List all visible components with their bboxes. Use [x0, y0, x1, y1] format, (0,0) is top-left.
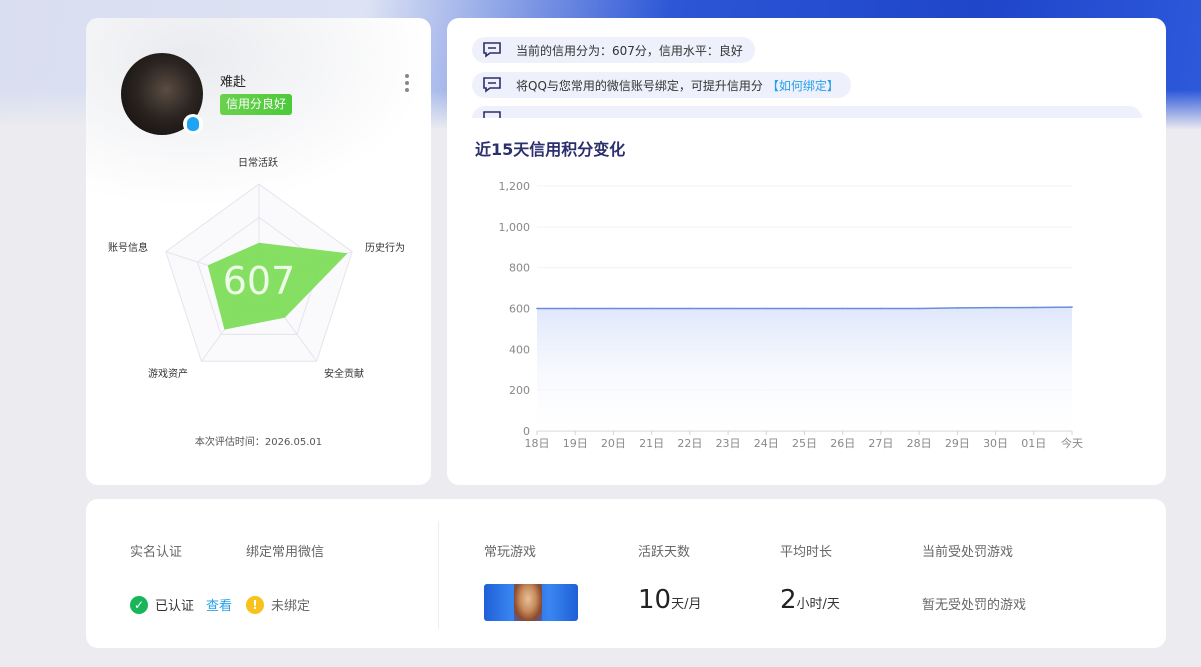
notice-current-score: 当前的信用分为：607分，信用水平：良好	[472, 37, 755, 63]
wechat-status-text: 未绑定	[271, 599, 311, 614]
radar-label-security: 安全贡献	[324, 367, 364, 380]
wechat-bind-label: 绑定常用微信	[246, 545, 325, 560]
active-days-value: 10天/月	[638, 585, 701, 615]
x-tick-label: 23日	[716, 437, 741, 450]
y-tick-label: 800	[509, 262, 530, 275]
data-point	[994, 306, 997, 309]
evaluation-time: 本次评估时间：2026.05.01	[194, 437, 323, 448]
avg-duration-number: 2	[780, 585, 797, 615]
message-icon	[482, 77, 502, 93]
avg-duration-unit: 小时/天	[796, 597, 840, 612]
y-tick-label: 1,000	[499, 221, 531, 234]
data-point	[612, 307, 615, 310]
notice-partial	[472, 106, 1142, 118]
radar-label-game-assets: 游戏资产	[148, 367, 188, 380]
data-point	[650, 307, 653, 310]
x-tick-label: 28日	[907, 437, 932, 450]
data-point	[918, 307, 920, 310]
x-tick-label: 30日	[983, 437, 1008, 450]
data-point	[1071, 306, 1073, 308]
realname-label: 实名认证	[130, 545, 183, 560]
data-point	[727, 307, 729, 310]
avg-duration-value: 2小时/天	[780, 585, 840, 615]
x-tick-label: 24日	[754, 437, 779, 450]
qq-penguin-icon	[183, 114, 203, 134]
wechat-status: ! 未绑定	[246, 595, 310, 614]
data-point	[841, 307, 844, 310]
x-tick-label: 19日	[563, 437, 588, 450]
radar-label-account-info: 账号信息	[108, 241, 148, 254]
active-days-unit: 天/月	[671, 597, 702, 612]
credit-chart-card: 当前的信用分为：607分，信用水平：良好 将QQ与您常用的微信账号绑定，可提升信…	[447, 18, 1166, 485]
more-options-icon[interactable]	[404, 74, 410, 92]
x-tick-label: 27日	[868, 437, 893, 450]
y-tick-label: 200	[509, 384, 530, 397]
active-days-number: 10	[638, 585, 672, 615]
data-point	[956, 307, 959, 309]
penalty-games-label: 当前受处罚游戏	[922, 545, 1014, 560]
how-to-bind-link[interactable]: 【如何绑定】	[767, 77, 839, 94]
data-point	[536, 307, 538, 310]
x-tick-label: 01日	[1021, 437, 1046, 450]
active-days-label: 活跃天数	[638, 545, 691, 560]
user-name: 难赴	[220, 75, 247, 90]
profile-card: 难赴 信用分良好 607 日常活跃 历史行为 安全贡献 游戏资产 账号信息 本次…	[86, 18, 431, 485]
avg-duration-label: 平均时长	[780, 545, 833, 560]
x-tick-label: 25日	[792, 437, 817, 450]
data-point	[803, 307, 806, 310]
credit-radar-chart: 607 日常活跃 历史行为 安全贡献 游戏资产 账号信息	[108, 156, 405, 380]
credit-level-badge: 信用分良好	[220, 94, 293, 115]
credit-score: 607	[223, 259, 296, 303]
y-tick-label: 1,200	[499, 180, 531, 193]
message-icon	[482, 111, 502, 118]
realname-status: ✓ 已认证 查看	[130, 595, 232, 614]
realname-status-text: 已认证	[155, 599, 195, 614]
notice-text: 当前的信用分为：607分，信用水平：良好	[516, 43, 743, 58]
account-summary-card: 实名认证 绑定常用微信 常玩游戏 活跃天数 平均时长 当前受处罚游戏 ✓ 已认证…	[86, 499, 1166, 648]
y-tick-label: 600	[509, 303, 530, 316]
game-thumbnail[interactable]	[484, 584, 578, 621]
penalty-games-value: 暂无受处罚的游戏	[922, 598, 1027, 613]
warning-circle-icon: !	[246, 595, 264, 614]
frequent-games-label: 常玩游戏	[484, 545, 537, 560]
chart-title: 近15天信用积分变化	[475, 140, 626, 159]
x-tick-label: 18日	[525, 437, 550, 450]
notice-bind-wechat: 将QQ与您常用的微信账号绑定，可提升信用分 【如何绑定】	[472, 72, 851, 98]
notice-scroll-clip	[472, 106, 1142, 118]
notice-text: 将QQ与您常用的微信账号绑定，可提升信用分	[516, 78, 763, 93]
x-tick-label: 今天	[1061, 436, 1083, 450]
game-hero-image	[514, 584, 542, 621]
credit-trend-chart: 02004006008001,0001,20018日 19日 20日 21日 22日 23…	[499, 180, 1084, 450]
x-tick-label: 20日	[601, 437, 626, 450]
x-tick-label: 22日	[677, 437, 702, 450]
radar-label-history: 历史行为	[365, 241, 405, 254]
x-tick-label: 26日	[830, 437, 855, 450]
check-circle-icon: ✓	[130, 595, 148, 614]
data-point	[880, 307, 882, 310]
x-tick-label: 21日	[639, 437, 664, 450]
section-divider	[438, 521, 439, 629]
data-point	[689, 307, 691, 310]
y-tick-label: 400	[509, 343, 530, 356]
message-icon	[482, 42, 502, 58]
data-point	[574, 307, 577, 310]
x-tick-label: 29日	[945, 437, 970, 450]
data-point	[765, 307, 768, 310]
data-point	[1032, 306, 1035, 309]
series-area	[537, 307, 1072, 431]
view-realname-link[interactable]: 查看	[206, 595, 232, 614]
radar-label-daily-active: 日常活跃	[238, 156, 278, 169]
